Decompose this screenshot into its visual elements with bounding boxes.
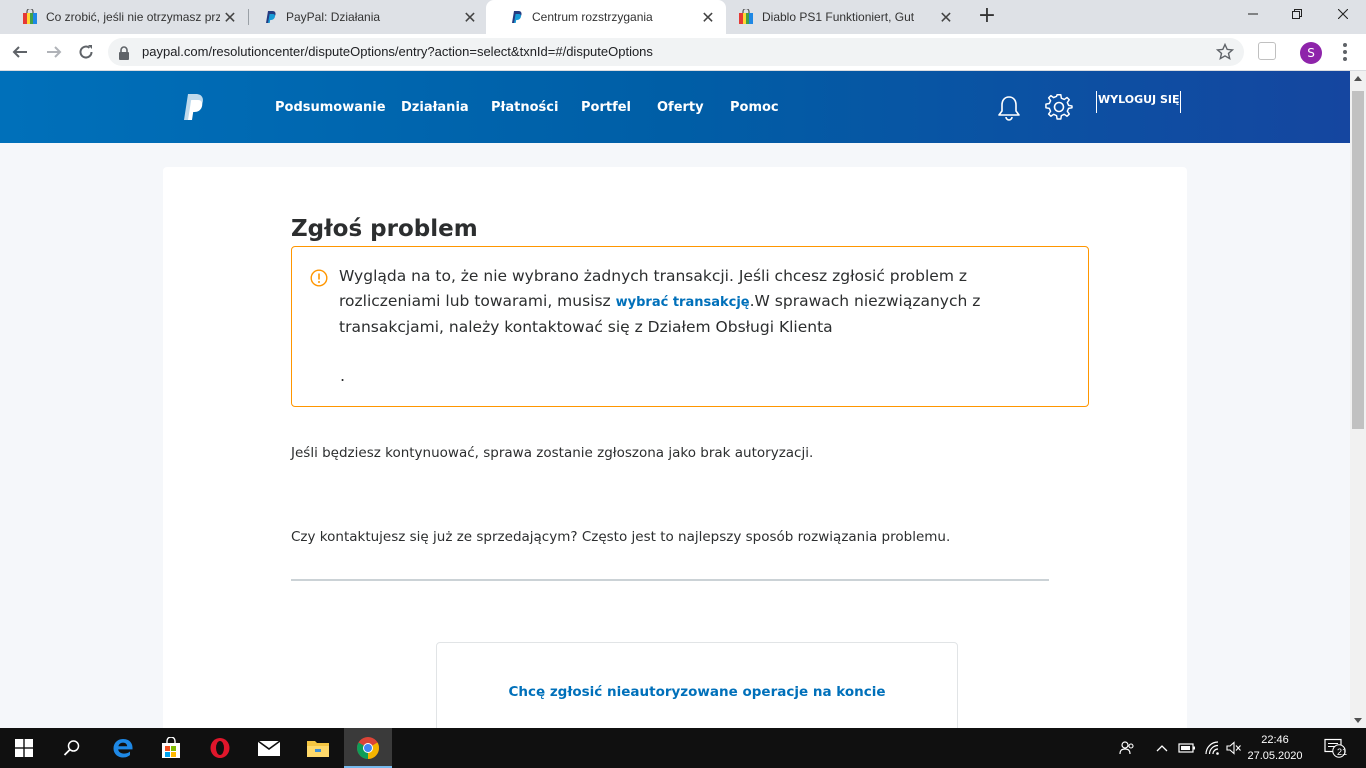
page-viewport: Podsumowanie Działania Płatności Portfel…: [0, 71, 1350, 728]
info-contact-seller: Czy kontaktujesz się już ze sprzedającym…: [291, 529, 951, 545]
nav-podsumowanie[interactable]: Podsumowanie: [275, 100, 386, 115]
tab-title: Centrum rozstrzygania: [532, 10, 653, 24]
select-transaction-link[interactable]: wybrać transakcję: [616, 295, 750, 310]
reload-button[interactable]: [74, 40, 98, 64]
arrow-left-icon: [12, 46, 27, 58]
restore-button[interactable]: [1274, 0, 1320, 30]
people-icon[interactable]: [1116, 728, 1138, 768]
taskbar-chrome[interactable]: [344, 728, 392, 768]
close-icon[interactable]: ✕: [460, 8, 480, 27]
taskbar-explorer[interactable]: [294, 728, 342, 768]
close-icon[interactable]: ✕: [220, 8, 240, 27]
address-bar[interactable]: paypal.com/resolutioncenter/disputeOptio…: [108, 38, 1244, 66]
reload-icon: [79, 45, 93, 59]
bookmark-star-icon[interactable]: [1215, 42, 1235, 65]
warning-alert: Wygląda na to, że nie wybrano żadnych tr…: [291, 246, 1089, 407]
browser-tab-1[interactable]: Co zrobić, jeśli nie otrzymasz prz ✕: [0, 0, 248, 34]
paypal-icon: [262, 9, 278, 25]
alert-trailing-dot: .: [340, 366, 346, 385]
url-text: paypal.com/resolutioncenter/disputeOptio…: [142, 44, 653, 59]
speaker-muted-icon[interactable]: [1224, 728, 1244, 768]
scroll-down-icon[interactable]: [1354, 718, 1362, 723]
page-title: Zgłoś problem: [291, 216, 478, 242]
browser-tab-2[interactable]: PayPal: Działania ✕: [240, 0, 488, 34]
opera-icon: [210, 738, 230, 758]
logout-button[interactable]: WYLOGUJ SIĘ: [1096, 91, 1182, 113]
tab-title: Diablo PS1 Funktioniert, Gut: [762, 10, 915, 24]
browser-tab-3[interactable]: Centrum rozstrzygania ✕: [486, 0, 726, 34]
nav-oferty[interactable]: Oferty: [657, 100, 704, 115]
nav-dzialania[interactable]: Działania: [401, 100, 469, 115]
clock-date: 27.05.2020: [1247, 750, 1303, 762]
windows-logo-icon: [15, 739, 33, 757]
clock-time: 22:46: [1261, 734, 1289, 746]
info-unauthorized: Jeśli będziesz kontynuować, sprawa zosta…: [291, 445, 814, 461]
tab-title: PayPal: Działania: [286, 10, 381, 24]
arrow-right-icon: [47, 46, 62, 58]
tab-title: Co zrobić, jeśli nie otrzymasz prz: [46, 10, 220, 24]
nav-platnosci[interactable]: Płatności: [491, 100, 558, 115]
browser-toolbar: paypal.com/resolutioncenter/disputeOptio…: [0, 34, 1366, 71]
close-icon: [1337, 8, 1349, 20]
store-icon: [162, 737, 180, 758]
window-close-button[interactable]: [1320, 0, 1366, 30]
nav-portfel[interactable]: Portfel: [581, 100, 631, 115]
dispute-card: Zgłoś problem Wygląda na to, że nie wybr…: [163, 167, 1187, 728]
system-clock[interactable]: 22:46 27.05.2020: [1243, 732, 1307, 764]
battery-icon[interactable]: [1176, 728, 1198, 768]
unauthorized-option-label[interactable]: Chcę zgłosić nieautoryzowane operacje na…: [437, 684, 957, 700]
taskbar-store[interactable]: [147, 728, 195, 768]
profile-avatar[interactable]: S: [1300, 42, 1322, 64]
nav-pomoc[interactable]: Pomoc: [730, 100, 779, 115]
search-icon: [63, 740, 80, 756]
page-scrollbar[interactable]: [1350, 71, 1366, 728]
windows-taskbar: 22:46 27.05.2020 21: [0, 728, 1366, 768]
new-tab-button[interactable]: +: [975, 4, 999, 28]
browser-menu-icon[interactable]: [1335, 40, 1355, 64]
folder-icon: [307, 741, 329, 757]
browser-tab-4[interactable]: Diablo PS1 Funktioniert, Gut ✕: [716, 0, 964, 34]
chrome-icon: [357, 737, 379, 759]
restore-icon: [1292, 9, 1302, 19]
warning-icon: [310, 269, 328, 291]
bell-icon[interactable]: [996, 94, 1022, 126]
back-button[interactable]: [8, 40, 32, 64]
notification-center-button[interactable]: 21: [1318, 728, 1352, 768]
alert-message: Wygląda na to, że nie wybrano żadnych tr…: [339, 264, 1019, 340]
browser-tab-strip: Co zrobić, jeśli nie otrzymasz prz ✕ Pay…: [0, 0, 1366, 34]
paypal-header: Podsumowanie Działania Płatności Portfel…: [0, 71, 1350, 143]
taskbar-edge[interactable]: [99, 728, 147, 768]
shopping-bag-icon: [738, 9, 754, 25]
forward-button[interactable]: [42, 40, 66, 64]
search-button[interactable]: [48, 728, 96, 768]
minimize-icon: [1248, 13, 1258, 15]
gear-icon[interactable]: [1045, 93, 1073, 125]
shopping-bag-icon: [22, 9, 38, 25]
unauthorized-option-card[interactable]: Chcę zgłosić nieautoryzowane operacje na…: [436, 642, 958, 728]
wifi-icon[interactable]: [1202, 728, 1224, 768]
extension-icon[interactable]: [1258, 42, 1276, 60]
paypal-logo-icon[interactable]: [180, 93, 206, 125]
lock-icon: [118, 45, 130, 64]
scrollbar-thumb[interactable]: [1352, 91, 1364, 429]
notification-count-badge: 21: [1337, 747, 1348, 757]
close-icon[interactable]: ✕: [698, 8, 718, 27]
close-icon[interactable]: ✕: [936, 8, 956, 27]
mail-icon: [257, 740, 281, 756]
scroll-up-icon[interactable]: [1354, 76, 1362, 81]
taskbar-mail[interactable]: [245, 728, 293, 768]
taskbar-opera[interactable]: [196, 728, 244, 768]
divider: [291, 579, 1049, 581]
minimize-button[interactable]: [1230, 0, 1276, 30]
paypal-icon: [508, 9, 524, 25]
chevron-up-icon[interactable]: [1152, 728, 1172, 768]
start-button[interactable]: [0, 728, 48, 768]
edge-icon: [113, 739, 133, 758]
